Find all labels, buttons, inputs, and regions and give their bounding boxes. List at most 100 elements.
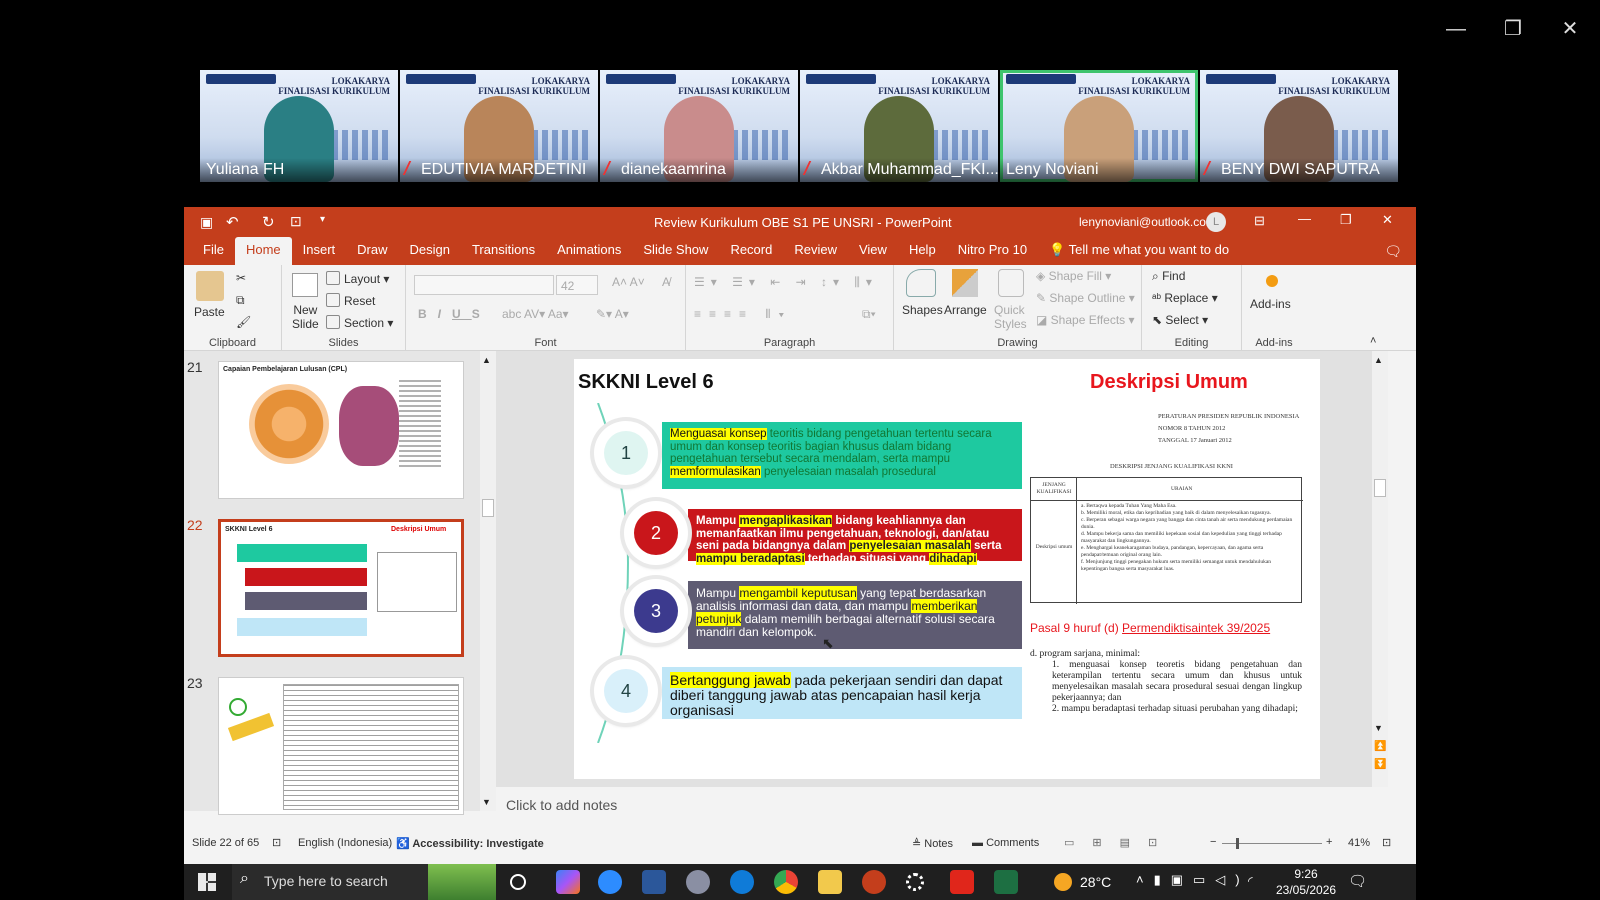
smartart-icon[interactable]: ⧉▾ bbox=[862, 307, 876, 322]
grow-font-icon[interactable]: A˄ A˅ bbox=[612, 275, 645, 289]
slide-title[interactable]: SKKNI Level 6 bbox=[578, 371, 714, 394]
scroll-up-icon[interactable]: ▲ bbox=[1374, 355, 1383, 365]
paste-icon[interactable] bbox=[196, 271, 224, 301]
zoom-icon[interactable] bbox=[598, 870, 622, 894]
bold-italic-underline-icons[interactable]: BIUS bbox=[418, 307, 491, 321]
clock[interactable]: 9:26 23/05/2026 bbox=[1276, 866, 1336, 898]
comments-icon[interactable]: 🗨 bbox=[1384, 243, 1402, 260]
list-indent-icons[interactable]: ☰▾ ☰▾ ⇤ ⇥ ↕▾ ⫼▾ bbox=[694, 275, 878, 290]
scroll-up-icon[interactable]: ▲ bbox=[482, 355, 491, 365]
save-icon[interactable]: ▣ bbox=[200, 214, 213, 231]
item-2-band[interactable]: Mampu mengaplikasikan bidang keahliannya… bbox=[688, 509, 1022, 565]
item-3-band[interactable]: Mampu mengambil keputusan yang tepat ber… bbox=[688, 581, 1022, 649]
notes-toggle[interactable]: ≜ Notes bbox=[912, 837, 953, 850]
accessibility-status[interactable]: ♿ Accessibility: Investigate bbox=[396, 837, 544, 850]
section-button[interactable]: Section ▾ bbox=[326, 315, 393, 330]
copilot-icon[interactable] bbox=[556, 870, 580, 894]
excel-icon[interactable] bbox=[994, 870, 1018, 894]
temperature[interactable]: 28°C bbox=[1080, 874, 1111, 890]
slide-thumbnail[interactable]: Capaian Pembelajaran Lulusan (CPL) bbox=[218, 361, 464, 499]
fit-slide-icon[interactable]: ⊡ bbox=[1382, 836, 1391, 849]
search-box[interactable]: ⌕ Type here to search bbox=[232, 864, 496, 900]
tab-design[interactable]: Design bbox=[399, 237, 461, 265]
addins-button[interactable]: Add-ins bbox=[1250, 297, 1291, 311]
find-button[interactable]: ⌕ Find bbox=[1152, 269, 1185, 284]
nitro-icon[interactable] bbox=[950, 870, 974, 894]
tab-record[interactable]: Record bbox=[719, 237, 783, 265]
copy-icon[interactable]: ⧉ bbox=[236, 293, 245, 308]
chrome-icon[interactable] bbox=[774, 870, 798, 894]
tab-review[interactable]: Review bbox=[783, 237, 848, 265]
arrange-button[interactable]: Arrange bbox=[944, 303, 987, 317]
prev-slide-icon[interactable]: ⏫ bbox=[1374, 741, 1386, 752]
zoom-out-icon[interactable]: − bbox=[1210, 836, 1216, 848]
alignment-icons[interactable]: ≡≡≡≡ ⫴▾ bbox=[694, 307, 792, 322]
paste-button[interactable]: Paste bbox=[194, 305, 225, 319]
new-slide-icon[interactable] bbox=[292, 273, 318, 297]
arrange-icon[interactable] bbox=[952, 269, 978, 297]
language-indicator[interactable]: English (Indonesia) bbox=[298, 837, 392, 849]
present-icon[interactable]: ⊡ bbox=[290, 213, 302, 230]
replace-button[interactable]: ᵃᵇ Replace ▾ bbox=[1152, 291, 1218, 305]
weather-icon[interactable] bbox=[1054, 873, 1072, 891]
slide-thumbnail-selected[interactable]: SKKNI Level 6 Deskripsi Umum bbox=[218, 519, 464, 657]
thumbnails-scrollbar[interactable]: ▲ ▼ bbox=[480, 351, 496, 811]
comments-toggle[interactable]: ▬ Comments bbox=[972, 837, 1039, 849]
spacing-case-icons[interactable]: abc AV▾ Aa▾ bbox=[502, 307, 569, 321]
system-tray-icons[interactable]: ˄▮▣▭◁) bbox=[1136, 872, 1250, 888]
minimize-icon[interactable]: — bbox=[1436, 14, 1476, 44]
quick-styles-icon[interactable] bbox=[998, 269, 1024, 297]
slide-thumbnail[interactable] bbox=[218, 677, 464, 815]
zoom-in-icon[interactable]: + bbox=[1326, 836, 1332, 848]
tab-file[interactable]: File bbox=[192, 237, 235, 265]
tab-nitro[interactable]: Nitro Pro 10 bbox=[947, 237, 1038, 265]
shapes-button[interactable]: Shapes bbox=[902, 303, 943, 317]
restore-icon[interactable]: ❐ bbox=[1340, 212, 1352, 228]
slide-canvas[interactable]: SKKNI Level 6 Deskripsi Umum Menguasai k… bbox=[574, 359, 1320, 779]
quick-styles-button[interactable]: Quick Styles bbox=[994, 303, 1027, 331]
scroll-thumb[interactable] bbox=[482, 499, 494, 517]
word-icon[interactable] bbox=[642, 870, 666, 894]
file-explorer-icon[interactable] bbox=[818, 870, 842, 894]
participant-tile[interactable]: LOKAKARYA FINALISASI KURIKULUM BENY DWI S… bbox=[1200, 70, 1398, 182]
scroll-down-icon[interactable]: ▼ bbox=[1374, 723, 1383, 733]
addins-icon[interactable] bbox=[1266, 275, 1278, 287]
avatar[interactable]: L bbox=[1206, 212, 1226, 232]
pasal-link[interactable]: Permendiktisaintek 39/2025 bbox=[1122, 621, 1270, 635]
item-4-band[interactable]: Bertanggung jawab pada pekerjaan sendiri… bbox=[662, 667, 1022, 719]
close-icon[interactable]: ✕ bbox=[1382, 212, 1393, 228]
tell-me-search[interactable]: 💡 Tell me what you want to do bbox=[1038, 237, 1240, 265]
item-1-band[interactable]: Menguasai konsep teoritis bidang pengeta… bbox=[662, 422, 1022, 489]
notes-pane[interactable]: Click to add notes bbox=[496, 789, 1388, 829]
cut-icon[interactable]: ✂ bbox=[236, 271, 246, 285]
slide-scrollbar[interactable]: ▲ ▼ ⏫ ⏬ bbox=[1372, 351, 1388, 787]
zoom-slider-thumb[interactable] bbox=[1236, 838, 1239, 849]
snipping-icon[interactable] bbox=[686, 870, 710, 894]
redo-icon[interactable]: ↻ bbox=[262, 213, 275, 231]
powerpoint-icon[interactable] bbox=[862, 870, 886, 894]
next-slide-icon[interactable]: ⏬ bbox=[1374, 759, 1386, 770]
participant-tile[interactable]: LOKAKARYA FINALISASI KURIKULUM EDUTIVIA M… bbox=[400, 70, 598, 182]
layout-button[interactable]: Layout ▾ bbox=[326, 271, 389, 286]
scroll-down-icon[interactable]: ▼ bbox=[482, 797, 491, 807]
shape-outline-button[interactable]: ✎ Shape Outline ▾ bbox=[1036, 291, 1135, 305]
wifi-icon[interactable]: ◜ bbox=[1248, 874, 1253, 888]
view-buttons[interactable]: ▭⊞▤⊡ bbox=[1064, 836, 1175, 849]
tab-help[interactable]: Help bbox=[898, 237, 947, 265]
edge-icon[interactable] bbox=[730, 870, 754, 894]
shapes-icon[interactable] bbox=[906, 269, 936, 297]
shape-effects-button[interactable]: ◪ Shape Effects ▾ bbox=[1036, 313, 1135, 327]
notification-icon[interactable]: 🗨 bbox=[1348, 872, 1367, 890]
new-slide-button[interactable]: New Slide bbox=[292, 303, 319, 331]
collapse-ribbon-icon[interactable]: ˄ bbox=[1370, 335, 1376, 347]
participant-tile-active-speaker[interactable]: LOKAKARYA FINALISASI KURIKULUM Leny Novia… bbox=[1000, 70, 1198, 182]
undo-icon[interactable]: ↶ bbox=[226, 213, 239, 231]
settings-icon[interactable] bbox=[906, 873, 924, 891]
participant-tile[interactable]: LOKAKARYA FINALISASI KURIKULUM dianekaamr… bbox=[600, 70, 798, 182]
tab-transitions[interactable]: Transitions bbox=[461, 237, 546, 265]
tab-view[interactable]: View bbox=[848, 237, 898, 265]
tab-slide-show[interactable]: Slide Show bbox=[632, 237, 719, 265]
tab-insert[interactable]: Insert bbox=[292, 237, 347, 265]
spellcheck-icon[interactable]: ⊡ bbox=[272, 836, 281, 849]
restore-icon[interactable]: ❐ bbox=[1493, 14, 1533, 44]
